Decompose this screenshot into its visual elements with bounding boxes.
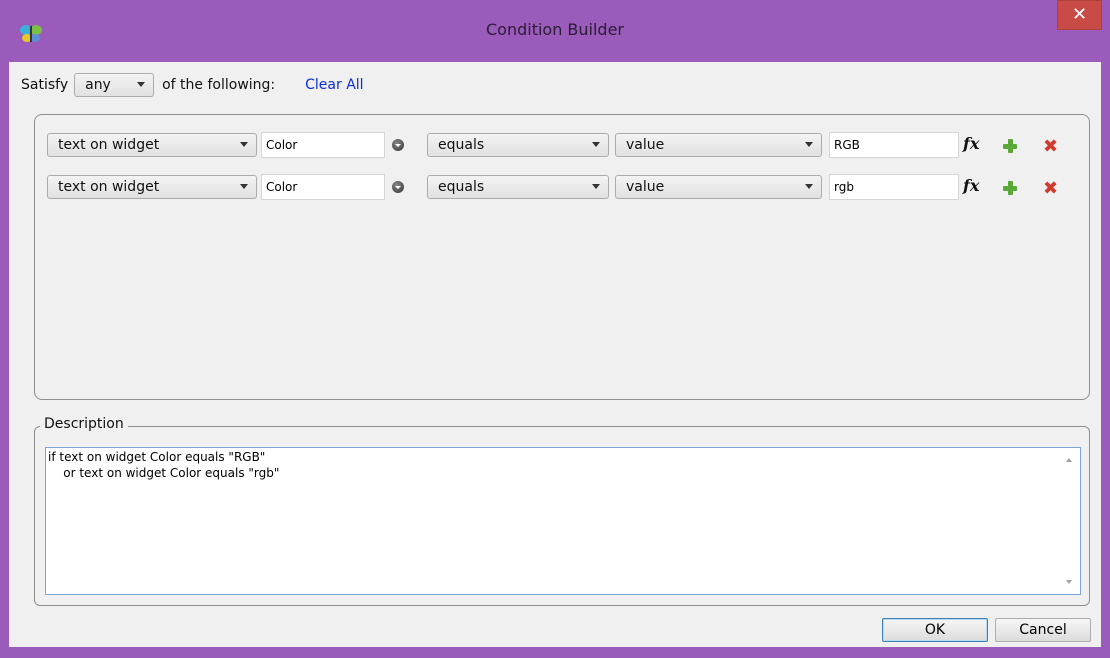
- dropdown-circle-icon[interactable]: [392, 139, 404, 151]
- satisfy-mode-value: any: [85, 77, 111, 93]
- satisfy-mode-select[interactable]: any: [74, 73, 155, 97]
- widget-field[interactable]: Color: [261, 132, 385, 158]
- satisfy-label: Satisfy: [21, 77, 69, 93]
- description-textarea[interactable]: if text on widget Color equals "RGB" or …: [45, 447, 1081, 595]
- chevron-down-icon: [137, 82, 146, 87]
- operator-value: equals: [438, 179, 485, 195]
- description-group: Description if text on widget Color equa…: [34, 416, 1090, 606]
- value-type-value: value: [626, 179, 665, 195]
- description-line: or text on widget Color equals "rgb": [48, 466, 280, 480]
- subject-select[interactable]: text on widget: [47, 175, 257, 199]
- delete-icon[interactable]: ✖: [1043, 138, 1058, 156]
- value-type-select[interactable]: value: [615, 175, 822, 199]
- ok-button[interactable]: OK: [882, 618, 988, 642]
- fx-icon[interactable]: fx: [963, 134, 979, 153]
- scroll-down-icon[interactable]: [1066, 580, 1072, 584]
- operator-value: equals: [438, 137, 485, 153]
- cancel-button[interactable]: Cancel: [995, 618, 1091, 642]
- close-button[interactable]: ✕: [1057, 0, 1102, 30]
- chevron-down-icon: [240, 142, 248, 147]
- condition-builder-window: Condition Builder ✕ Satisfy any of the f…: [0, 0, 1110, 658]
- widget-field[interactable]: Color: [261, 174, 385, 200]
- window-title: Condition Builder: [485, 20, 625, 39]
- condition-row: text on widget Color equals value rgb fx…: [35, 173, 1089, 203]
- dropdown-circle-icon[interactable]: [392, 181, 404, 193]
- satisfy-row: Satisfy any of the following: Clear All: [21, 70, 364, 100]
- conditions-panel: text on widget Color equals value RGB fx…: [34, 114, 1090, 400]
- description-legend: Description: [40, 416, 128, 432]
- chevron-down-icon: [805, 142, 813, 147]
- chevron-down-icon: [805, 184, 813, 189]
- operator-select[interactable]: equals: [427, 133, 609, 157]
- title-bar[interactable]: Condition Builder ✕: [0, 0, 1110, 62]
- delete-icon[interactable]: ✖: [1043, 180, 1058, 198]
- value-type-value: value: [626, 137, 665, 153]
- subject-select[interactable]: text on widget: [47, 133, 257, 157]
- description-line: if text on widget Color equals "RGB": [48, 450, 266, 464]
- clear-all-link[interactable]: Clear All: [305, 77, 363, 93]
- chevron-down-icon: [240, 184, 248, 189]
- operator-select[interactable]: equals: [427, 175, 609, 199]
- value-type-select[interactable]: value: [615, 133, 822, 157]
- chevron-down-icon: [592, 142, 600, 147]
- scroll-up-icon[interactable]: [1066, 458, 1072, 462]
- condition-row: text on widget Color equals value RGB fx…: [35, 131, 1089, 161]
- chevron-down-icon: [592, 184, 600, 189]
- add-icon[interactable]: [1003, 139, 1017, 153]
- subject-value: text on widget: [58, 179, 160, 195]
- fx-icon[interactable]: fx: [963, 176, 979, 195]
- add-icon[interactable]: [1003, 181, 1017, 195]
- satisfy-suffix-label: of the following:: [162, 77, 276, 93]
- value-field[interactable]: RGB: [829, 132, 959, 158]
- dialog-body: Satisfy any of the following: Clear All …: [9, 62, 1101, 647]
- value-field[interactable]: rgb: [829, 174, 959, 200]
- subject-value: text on widget: [58, 137, 160, 153]
